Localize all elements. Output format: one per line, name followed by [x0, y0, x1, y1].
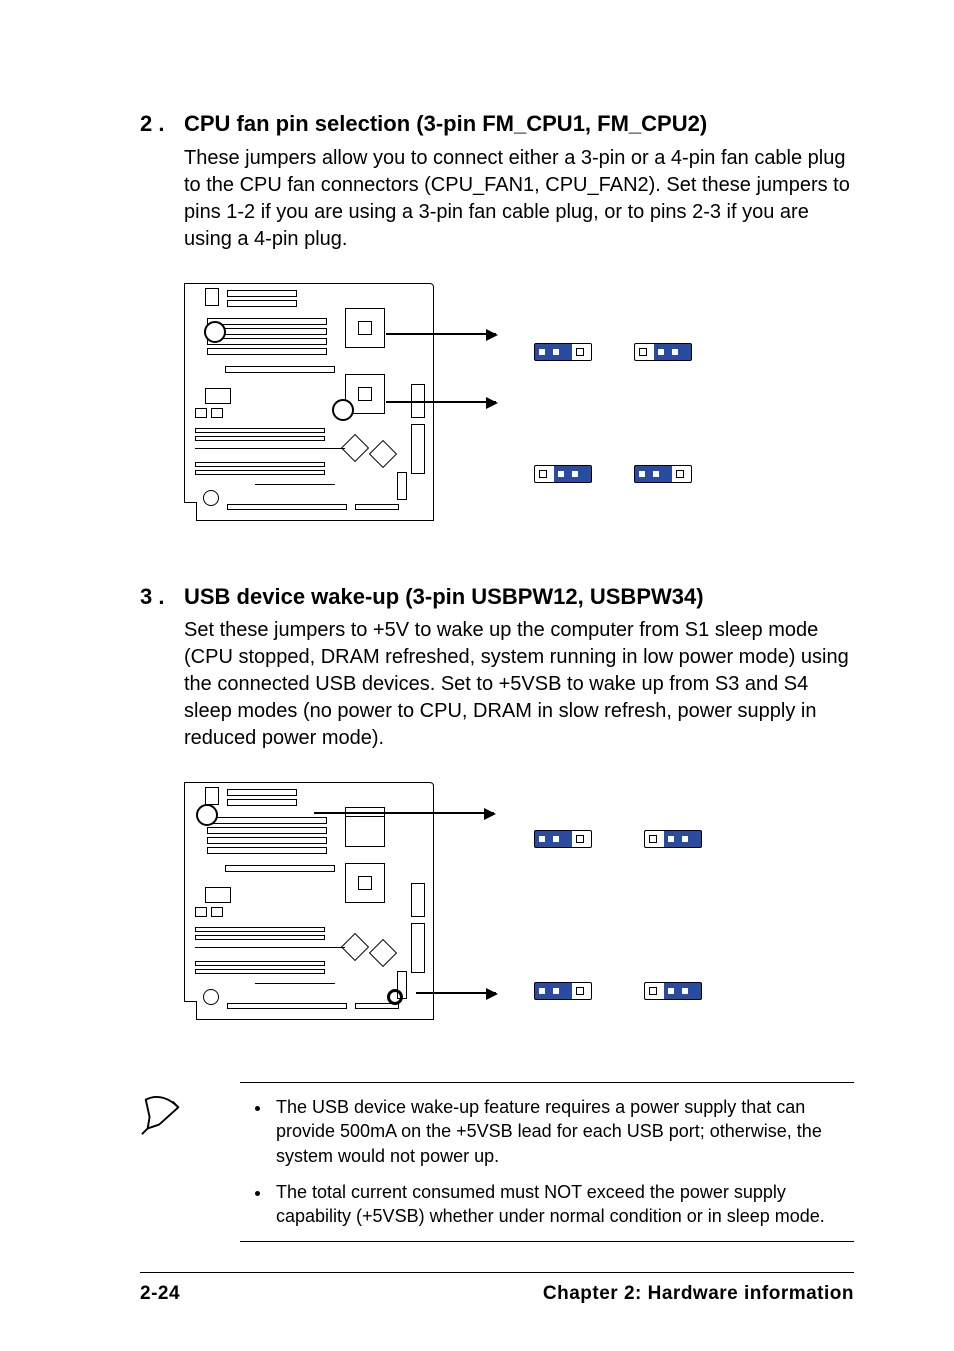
- section-number: 3 .: [140, 583, 184, 612]
- jumper-setting-icon: [634, 343, 692, 361]
- diagram-usb-wake: [184, 782, 844, 1022]
- note-pencil-icon: [140, 1125, 186, 1142]
- note-item: The USB device wake-up feature requires …: [272, 1095, 850, 1168]
- jumper-locator-icon: [204, 321, 226, 343]
- arrow-icon: [386, 401, 496, 403]
- section-number: 2 .: [140, 110, 184, 139]
- section-heading: 3 . USB device wake-up (3-pin USBPW12, U…: [140, 583, 854, 612]
- diagram-cpu-fan: [184, 283, 844, 523]
- arrow-icon: [386, 333, 496, 335]
- motherboard-outline-icon: [184, 782, 434, 1020]
- jumper-setting-icon: [534, 465, 592, 483]
- section-body: Set these jumpers to +5V to wake up the …: [140, 617, 854, 752]
- page-number: 2-24: [140, 1283, 180, 1305]
- jumper-setting-icon: [644, 830, 702, 848]
- section-cpu-fan: 2 . CPU fan pin selection (3-pin FM_CPU1…: [140, 110, 854, 523]
- jumper-setting-icon: [534, 830, 592, 848]
- jumper-setting-icon: [644, 982, 702, 1000]
- section-heading: 2 . CPU fan pin selection (3-pin FM_CPU1…: [140, 110, 854, 139]
- arrow-icon: [416, 992, 496, 994]
- document-page: 2 . CPU fan pin selection (3-pin FM_CPU1…: [0, 0, 954, 1351]
- section-title: USB device wake-up (3-pin USBPW12, USBPW…: [184, 583, 704, 612]
- chapter-title: Chapter 2: Hardware information: [543, 1283, 854, 1305]
- section-title: CPU fan pin selection (3-pin FM_CPU1, FM…: [184, 110, 707, 139]
- jumper-setting-icon: [534, 343, 592, 361]
- arrow-icon: [314, 812, 494, 814]
- note-item: The total current consumed must NOT exce…: [272, 1180, 850, 1229]
- note-callout: The USB device wake-up feature requires …: [140, 1082, 854, 1241]
- page-footer: 2-24 Chapter 2: Hardware information: [140, 1272, 854, 1305]
- jumper-locator-icon: [332, 399, 354, 421]
- jumper-setting-icon: [634, 465, 692, 483]
- note-box: The USB device wake-up feature requires …: [240, 1082, 854, 1241]
- jumper-setting-icon: [534, 982, 592, 1000]
- section-body: These jumpers allow you to connect eithe…: [140, 145, 854, 253]
- section-usb-wake: 3 . USB device wake-up (3-pin USBPW12, U…: [140, 583, 854, 1023]
